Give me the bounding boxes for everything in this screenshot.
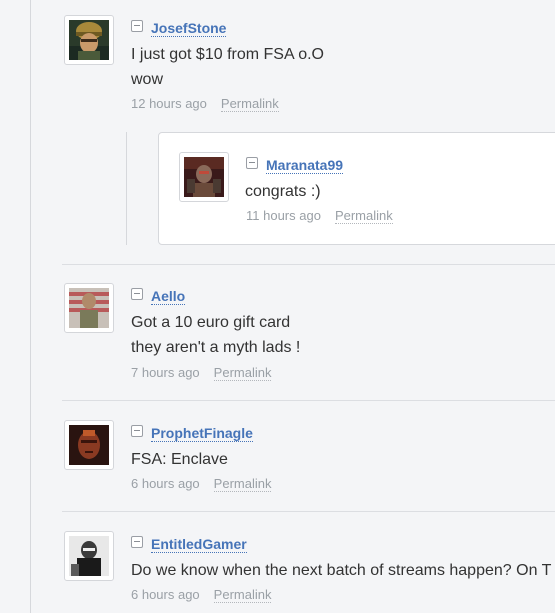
collapse-toggle[interactable] xyxy=(131,425,143,437)
author-link[interactable]: EntitledGamer xyxy=(151,536,247,553)
comment-divider xyxy=(62,400,555,401)
timestamp: 7 hours ago xyxy=(131,365,200,380)
comment-text-line: they aren't a myth lads ! xyxy=(131,339,301,356)
comment-meta: 7 hours ago Permalink xyxy=(131,365,272,381)
comment-meta: 6 hours ago Permalink xyxy=(131,587,272,603)
author-link[interactable]: Maranata99 xyxy=(266,157,344,174)
permalink-link[interactable]: Permalink xyxy=(213,365,272,381)
soldier-flag-icon xyxy=(69,288,109,328)
timestamp: 11 hours ago xyxy=(246,208,321,223)
thread-rail xyxy=(30,0,31,613)
bw-soldier-icon xyxy=(69,536,109,576)
avatar[interactable] xyxy=(179,152,229,202)
avatar[interactable] xyxy=(64,420,114,470)
armored-figure-icon xyxy=(184,157,224,197)
permalink-link[interactable]: Permalink xyxy=(220,96,279,112)
comment-divider xyxy=(62,264,555,265)
comment-text-line: wow xyxy=(131,71,164,88)
reply-thread-line xyxy=(126,132,127,245)
timestamp: 6 hours ago xyxy=(131,587,200,602)
avatar[interactable] xyxy=(64,15,114,65)
comment-meta: 11 hours ago Permalink xyxy=(246,208,393,224)
permalink-link[interactable]: Permalink xyxy=(213,476,272,492)
permalink-link[interactable]: Permalink xyxy=(334,208,393,224)
collapse-toggle[interactable] xyxy=(131,288,143,300)
timestamp: 12 hours ago xyxy=(131,96,207,111)
comment-text-line: I just got $10 from FSA o.O xyxy=(131,46,324,63)
red-face-icon xyxy=(69,425,109,465)
comment-text-line: Do we know when the next batch of stream… xyxy=(131,562,552,579)
author-link[interactable]: ProphetFinagle xyxy=(151,425,253,442)
comment-divider xyxy=(62,511,555,512)
timestamp: 6 hours ago xyxy=(131,476,200,491)
avatar[interactable] xyxy=(64,283,114,333)
author-link[interactable]: JosefStone xyxy=(151,20,227,37)
helmeted-soldier-icon xyxy=(69,20,109,60)
collapse-toggle[interactable] xyxy=(131,20,143,32)
collapse-toggle[interactable] xyxy=(131,536,143,548)
comment-text-line: FSA: Enclave xyxy=(131,451,228,468)
comment-meta: 6 hours ago Permalink xyxy=(131,476,272,492)
permalink-link[interactable]: Permalink xyxy=(213,587,272,603)
author-link[interactable]: Aello xyxy=(151,288,186,305)
avatar[interactable] xyxy=(64,531,114,581)
comment-meta: 12 hours ago Permalink xyxy=(131,96,279,112)
comment-text-line: congrats :) xyxy=(245,183,321,200)
collapse-toggle[interactable] xyxy=(246,157,258,169)
comment-text-line: Got a 10 euro gift card xyxy=(131,314,291,331)
